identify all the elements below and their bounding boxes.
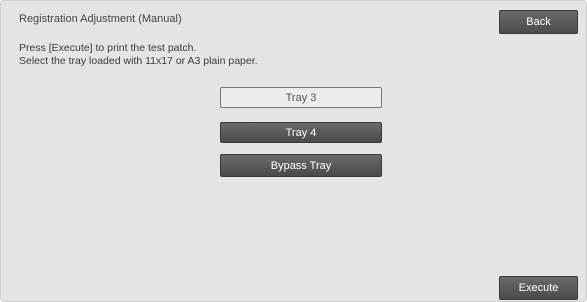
page-title: Registration Adjustment (Manual) [19, 13, 182, 25]
instruction-line-2: Select the tray loaded with 11x17 or A3 … [19, 55, 258, 67]
instructions: Press [Execute] to print the test patch.… [19, 42, 258, 68]
tray-4-button[interactable]: Tray 4 [220, 122, 382, 143]
back-button[interactable]: Back [499, 10, 578, 34]
instruction-line-1: Press [Execute] to print the test patch. [19, 42, 197, 54]
tray-3-button[interactable]: Tray 3 [220, 87, 382, 108]
execute-button[interactable]: Execute [499, 276, 578, 300]
registration-adjustment-screen: Registration Adjustment (Manual) Back Pr… [0, 0, 587, 302]
bypass-tray-button[interactable]: Bypass Tray [220, 154, 382, 177]
